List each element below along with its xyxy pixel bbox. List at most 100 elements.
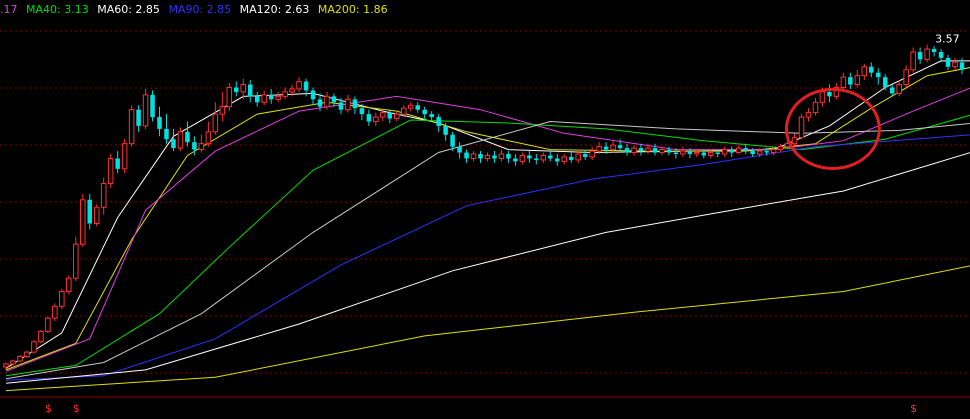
candle-body	[924, 48, 930, 60]
candle-body	[400, 107, 407, 115]
candle-body	[352, 99, 358, 109]
candle-body	[79, 199, 86, 245]
candle-body	[610, 144, 616, 151]
candle-body	[234, 87, 239, 92]
candle-body	[470, 153, 477, 159]
candle-body	[848, 77, 853, 85]
candle-body	[17, 356, 23, 362]
candle-body	[52, 305, 58, 319]
candle-body	[715, 152, 721, 155]
candle-body	[394, 113, 400, 120]
candle-body	[121, 143, 128, 170]
candle-body	[680, 150, 686, 155]
candle-body	[777, 146, 784, 151]
candle-body	[582, 154, 588, 157]
candle-body	[875, 72, 881, 78]
candle-body	[534, 158, 539, 160]
candle-body	[638, 148, 644, 152]
candle-body	[812, 101, 819, 114]
candle-body	[296, 81, 302, 90]
candle-body	[422, 109, 427, 115]
candle-body	[142, 94, 149, 127]
annotations: 3.57 $ $ $	[45, 33, 960, 415]
moving-average-line	[5, 114, 970, 377]
candle-body	[673, 152, 679, 155]
candle-body	[436, 117, 441, 126]
candle-body	[603, 146, 609, 150]
candle-body	[764, 151, 769, 153]
candle-body	[268, 94, 274, 100]
candle-body	[484, 154, 491, 159]
candle-body	[157, 117, 162, 129]
candle-body	[827, 91, 832, 97]
candle-body	[275, 95, 281, 100]
candle-body	[791, 137, 798, 145]
candle-body	[338, 102, 344, 110]
candle-body	[31, 341, 37, 353]
candle-body	[100, 183, 107, 208]
candle-body	[198, 143, 205, 151]
moving-average-line	[5, 152, 970, 384]
candle-body	[45, 317, 51, 332]
candle-body	[171, 139, 176, 149]
candle-body	[770, 149, 777, 154]
candle-body	[324, 95, 330, 108]
candle-body	[415, 105, 420, 110]
candle-body	[889, 87, 895, 94]
candle-body	[66, 277, 72, 293]
candle-body	[708, 152, 714, 156]
candle-body	[128, 109, 135, 145]
candle-body	[317, 99, 323, 107]
candle-body	[694, 152, 700, 155]
candle-body	[24, 351, 30, 358]
candle-body	[575, 153, 581, 161]
candle-body	[750, 151, 755, 155]
ma40-value: MA40: 3.13	[26, 3, 89, 16]
candle-body	[73, 243, 79, 279]
candle-body	[952, 61, 958, 68]
candle-body	[548, 155, 553, 159]
candle-body	[303, 81, 309, 91]
candle-body	[407, 104, 414, 109]
candle-body	[652, 148, 658, 153]
moving-average-line	[5, 265, 970, 392]
candle-body	[254, 96, 260, 103]
candle-body	[903, 69, 909, 86]
candle-body	[212, 113, 219, 133]
candle-body	[247, 84, 253, 97]
candle-body	[687, 151, 693, 155]
candle-body	[568, 156, 574, 160]
candle-body	[645, 147, 651, 152]
candle-body	[136, 109, 141, 126]
candle-body	[910, 51, 916, 71]
candle-body	[345, 98, 351, 111]
candle-body	[219, 106, 226, 115]
candle-body	[310, 90, 316, 100]
candle-body	[540, 154, 547, 161]
candle-body	[478, 154, 483, 159]
candle-body	[756, 150, 763, 155]
candle-body	[498, 153, 505, 159]
moving-average-line	[5, 87, 970, 372]
candle-body	[869, 66, 874, 73]
candle-body	[450, 134, 455, 147]
candlestick-chart: 3.57 $ $ $	[0, 30, 970, 415]
candle-body	[289, 88, 295, 93]
candle-body	[896, 84, 902, 94]
candle-body	[240, 84, 247, 93]
ma120-value: MA120: 2.63	[239, 3, 310, 16]
candle-body	[854, 75, 861, 86]
candle-body	[261, 94, 267, 103]
candle-body	[177, 131, 184, 149]
candle-body	[443, 125, 448, 135]
candle-body	[798, 116, 805, 139]
ma200-value: MA200: 1.86	[317, 3, 388, 16]
signal-marker: $	[73, 402, 80, 415]
candle-body	[107, 157, 114, 185]
candle-body	[721, 149, 728, 155]
candle-body	[938, 52, 944, 58]
moving-average-line	[5, 120, 970, 380]
candle-body	[366, 114, 372, 122]
candle-body	[429, 114, 434, 118]
candle-body	[743, 148, 748, 152]
